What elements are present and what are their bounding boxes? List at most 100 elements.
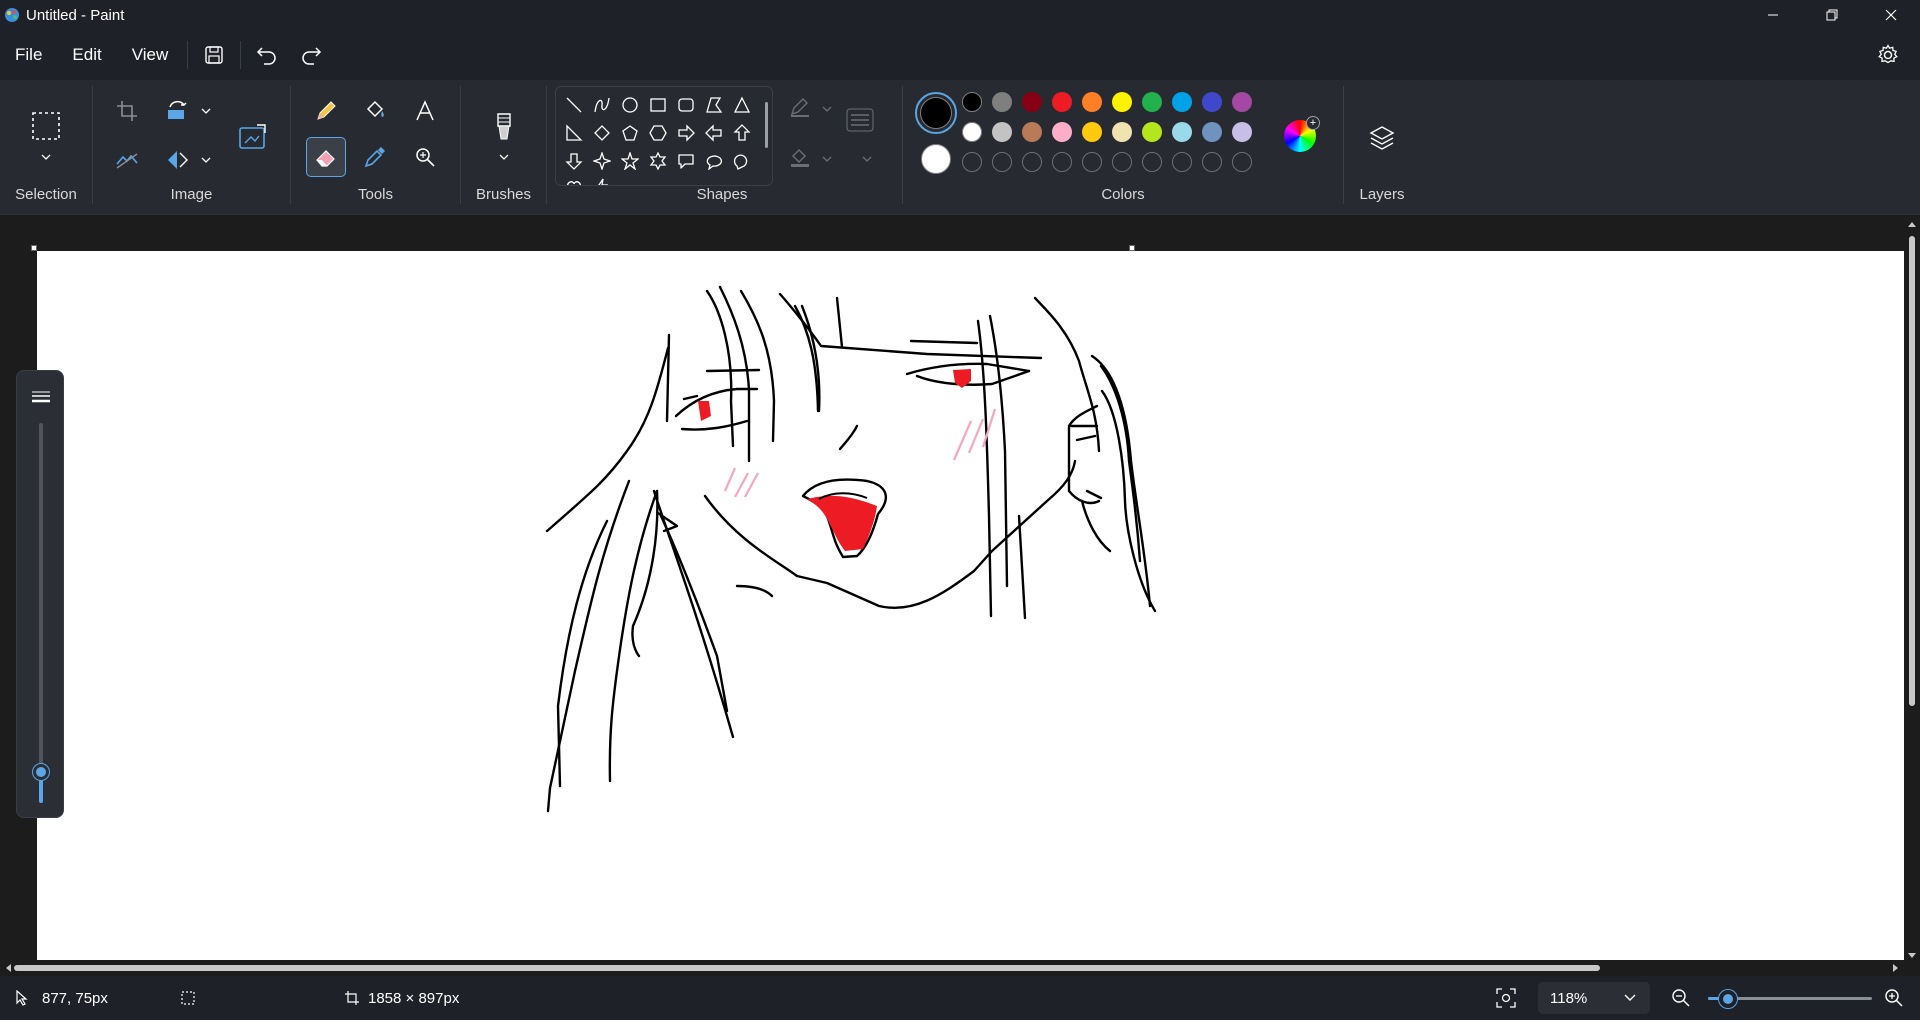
shape-six-point-star[interactable]	[644, 147, 672, 175]
custom-color-slot[interactable]	[1142, 152, 1162, 172]
primary-color-button[interactable]	[915, 92, 957, 134]
palette-swatch[interactable]	[1172, 122, 1192, 142]
menu-file[interactable]: File	[0, 37, 57, 73]
shape-heart[interactable]	[560, 173, 588, 185]
palette-swatch[interactable]	[1232, 92, 1252, 112]
flip-dropdown[interactable]	[199, 153, 213, 167]
shape-rectangle[interactable]	[644, 91, 672, 119]
restore-button[interactable]	[1802, 0, 1861, 30]
shape-fill-button[interactable]	[785, 142, 815, 172]
settings-button[interactable]	[1870, 37, 1906, 73]
palette-swatch[interactable]	[1232, 122, 1252, 142]
palette-swatch[interactable]	[1112, 122, 1132, 142]
shape-rounded-rectangle[interactable]	[672, 91, 700, 119]
palette-swatch[interactable]	[1022, 122, 1042, 142]
selection-dropdown[interactable]	[39, 150, 53, 164]
palette-swatch[interactable]	[1052, 122, 1072, 142]
brush-size-track[interactable]	[39, 423, 43, 803]
save-button[interactable]	[192, 37, 236, 73]
palette-swatch[interactable]	[1142, 92, 1162, 112]
horizontal-scrollbar[interactable]	[0, 960, 1920, 976]
line-size-button[interactable]	[844, 104, 876, 136]
palette-swatch[interactable]	[1082, 92, 1102, 112]
palette-swatch[interactable]	[1112, 92, 1132, 112]
magnifier-tool[interactable]	[405, 137, 445, 177]
palette-swatch[interactable]	[1052, 92, 1072, 112]
remove-background-button[interactable]	[107, 140, 147, 180]
resize-button[interactable]	[230, 116, 274, 160]
palette-swatch[interactable]	[962, 122, 982, 142]
shape-right-arrow[interactable]	[672, 119, 700, 147]
shape-up-arrow[interactable]	[728, 119, 756, 147]
layers-button[interactable]	[1360, 116, 1404, 160]
palette-swatch[interactable]	[1202, 122, 1222, 142]
zoom-slider[interactable]	[1718, 990, 1737, 1008]
custom-color-slot[interactable]	[1202, 152, 1222, 172]
shape-right-triangle[interactable]	[560, 119, 588, 147]
shape-left-arrow[interactable]	[700, 119, 728, 147]
color-picker-tool[interactable]	[355, 137, 395, 177]
brush-size-slider[interactable]	[33, 764, 49, 781]
palette-swatch[interactable]	[1202, 92, 1222, 112]
custom-color-slot[interactable]	[992, 152, 1012, 172]
rotate-dropdown[interactable]	[199, 104, 213, 118]
custom-color-slot[interactable]	[1022, 152, 1042, 172]
flip-button[interactable]	[157, 140, 197, 180]
shape-pentagon[interactable]	[616, 119, 644, 147]
shape-outline-dropdown[interactable]	[820, 102, 834, 116]
shape-rectangular-callout[interactable]	[672, 147, 700, 175]
custom-color-slot[interactable]	[1172, 152, 1192, 172]
vertical-scrollbar[interactable]	[1904, 216, 1920, 960]
shape-down-arrow[interactable]	[560, 147, 588, 175]
shape-fill-dropdown[interactable]	[820, 152, 834, 166]
shape-outline-button[interactable]	[785, 92, 815, 122]
palette-swatch[interactable]	[962, 92, 982, 112]
palette-swatch[interactable]	[1082, 122, 1102, 142]
line-size-dropdown[interactable]	[860, 152, 874, 166]
menu-view[interactable]: View	[117, 37, 184, 73]
shape-triangle[interactable]	[728, 91, 756, 119]
custom-color-slot[interactable]	[1082, 152, 1102, 172]
shape-diamond[interactable]	[588, 119, 616, 147]
shape-polygon[interactable]	[700, 91, 728, 119]
palette-swatch[interactable]	[1142, 122, 1162, 142]
brushes-dropdown[interactable]	[497, 150, 511, 164]
secondary-color-button[interactable]	[921, 144, 951, 174]
pencil-tool[interactable]	[306, 91, 346, 131]
shapes-scrollbar[interactable]	[765, 102, 768, 148]
text-tool[interactable]	[405, 91, 445, 131]
drawing-canvas[interactable]	[37, 251, 1907, 960]
custom-color-slot[interactable]	[962, 152, 982, 172]
custom-color-slot[interactable]	[1052, 152, 1072, 172]
crop-button[interactable]	[107, 91, 147, 131]
brushes-button[interactable]	[482, 105, 526, 149]
palette-swatch[interactable]	[1022, 92, 1042, 112]
close-button[interactable]	[1861, 0, 1920, 30]
edit-colors-button[interactable]: +	[1284, 116, 1320, 152]
custom-color-slot[interactable]	[1232, 152, 1252, 172]
rotate-button[interactable]	[157, 91, 197, 131]
shape-hexagon[interactable]	[644, 119, 672, 147]
shape-four-point-star[interactable]	[588, 147, 616, 175]
vertical-scroll-thumb[interactable]	[1909, 236, 1915, 706]
shape-five-point-star[interactable]	[616, 147, 644, 175]
zoom-in-button[interactable]	[1884, 976, 1904, 1020]
minimize-button[interactable]	[1743, 0, 1802, 30]
redo-button[interactable]	[289, 37, 333, 73]
menu-edit[interactable]: Edit	[57, 37, 116, 73]
fit-to-window-button[interactable]	[1496, 976, 1516, 1020]
shape-line[interactable]	[560, 91, 588, 119]
eraser-tool[interactable]	[306, 137, 346, 177]
shape-oval[interactable]	[616, 91, 644, 119]
zoom-out-button[interactable]	[1671, 976, 1691, 1020]
zoom-dropdown[interactable]: 118%	[1538, 982, 1650, 1014]
palette-swatch[interactable]	[992, 92, 1012, 112]
custom-color-slot[interactable]	[1112, 152, 1132, 172]
horizontal-scroll-thumb[interactable]	[14, 965, 1600, 971]
shape-lightning[interactable]	[588, 173, 616, 185]
shape-cloud-callout[interactable]	[728, 147, 756, 175]
shape-oval-callout[interactable]	[700, 147, 728, 175]
undo-button[interactable]	[245, 37, 289, 73]
shape-curve[interactable]	[588, 91, 616, 119]
selection-button[interactable]	[25, 104, 67, 148]
